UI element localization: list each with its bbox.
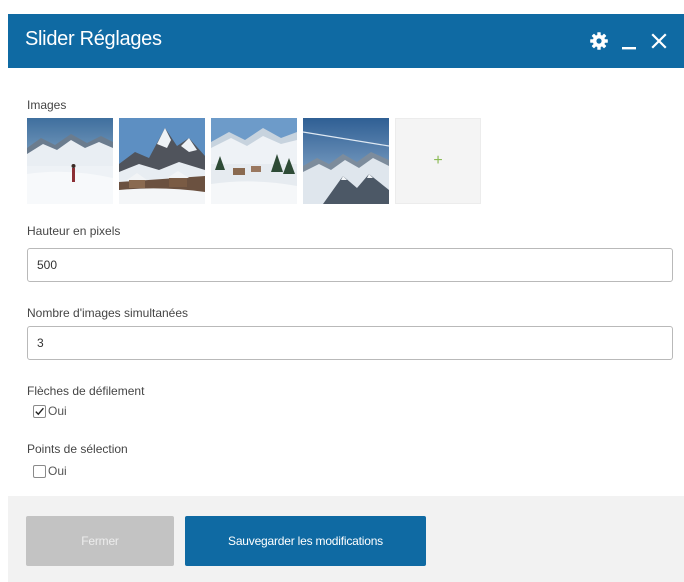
close-icon[interactable] <box>648 28 670 54</box>
image-thumbnails: + <box>27 118 481 204</box>
arrows-option[interactable]: Oui <box>33 404 67 418</box>
dialog-titlebar: Slider Réglages <box>8 14 684 68</box>
count-label: Nombre d'images simultanées <box>27 306 189 320</box>
dots-checkbox[interactable] <box>33 464 46 478</box>
plus-icon: + <box>433 152 443 169</box>
arrows-label: Flèches de défilement <box>27 384 145 398</box>
dots-option[interactable]: Oui <box>33 464 67 478</box>
image-count-input[interactable] <box>27 326 673 360</box>
dialog-title: Slider Réglages <box>25 28 162 50</box>
arrows-checkbox[interactable] <box>33 404 46 418</box>
image-thumbnail-3[interactable] <box>211 118 297 204</box>
close-button[interactable]: Fermer <box>26 516 174 566</box>
dialog-footer: Fermer Sauvegarder les modifications <box>8 496 684 582</box>
images-label: Images <box>27 98 67 112</box>
image-thumbnail-4[interactable] <box>303 118 389 204</box>
dots-option-label: Oui <box>48 464 67 478</box>
height-input[interactable] <box>27 248 673 282</box>
gear-icon[interactable] <box>588 28 610 54</box>
height-label: Hauteur en pixels <box>27 224 121 238</box>
slider-settings-dialog: Slider Réglages Images + Hauteur en pixe… <box>8 14 684 582</box>
title-controls <box>588 26 670 56</box>
checkmark-icon <box>35 407 44 415</box>
add-image-button[interactable]: + <box>395 118 481 204</box>
image-thumbnail-1[interactable] <box>27 118 113 204</box>
image-thumbnail-2[interactable] <box>119 118 205 204</box>
save-button[interactable]: Sauvegarder les modifications <box>185 516 426 566</box>
dots-label: Points de sélection <box>27 442 128 456</box>
minimize-icon[interactable] <box>618 28 640 54</box>
arrows-option-label: Oui <box>48 404 67 418</box>
